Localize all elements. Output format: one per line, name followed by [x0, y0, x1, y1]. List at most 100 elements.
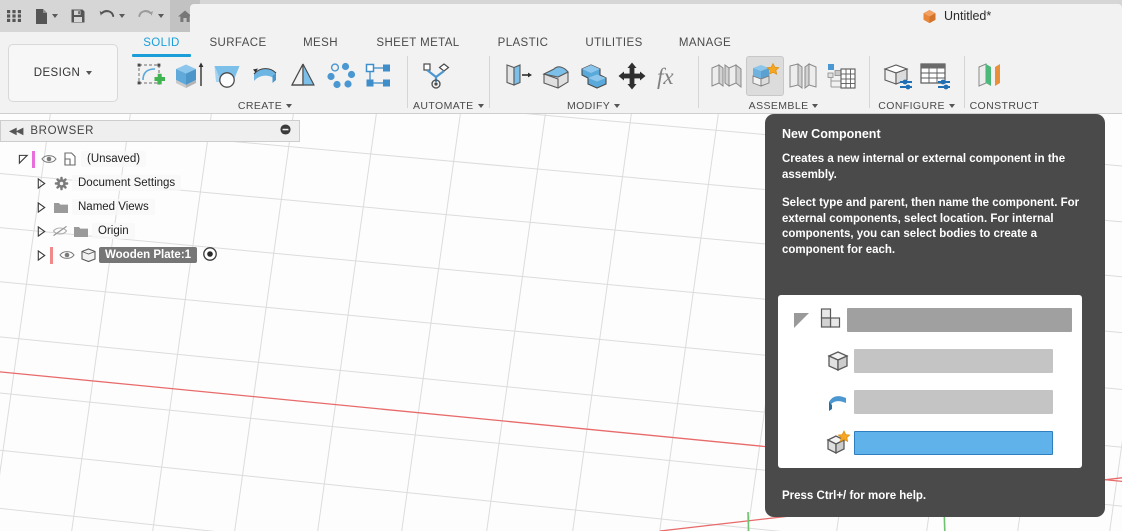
minus-circle-icon[interactable]: [280, 124, 291, 138]
tree-node-unsaved[interactable]: (Unsaved): [0, 147, 300, 171]
panel-create: CREATE: [128, 54, 402, 114]
tab-mesh[interactable]: MESH: [283, 32, 358, 54]
new-component-glyph: [752, 62, 780, 87]
tooltip-paragraph-2: Select type and parent, then name the co…: [782, 196, 1080, 257]
sweep-icon[interactable]: [246, 56, 284, 96]
fillet-icon[interactable]: [537, 56, 575, 96]
panel-label-configure[interactable]: CONFIGURE: [875, 98, 959, 114]
tab-surface[interactable]: SURFACE: [193, 32, 283, 54]
mirror-icon[interactable]: [360, 56, 398, 96]
expand-arrow-icon[interactable]: [32, 249, 50, 261]
expand-arrow-icon[interactable]: [32, 201, 50, 213]
app-grid-icon[interactable]: [0, 0, 28, 32]
new-file-icon[interactable]: [28, 0, 64, 32]
panel-construct: CONSTRUCT: [970, 54, 1040, 114]
ribbon-panels: CREATE AUTOMATE fx MODIFY ASSEMBLE CONFI…: [128, 54, 1122, 114]
svg-text:fx: fx: [657, 64, 674, 89]
fusion-cube-icon: [923, 9, 936, 23]
browser-title: BROWSER: [30, 125, 95, 137]
panel-label-assemble[interactable]: ASSEMBLE: [704, 98, 864, 114]
as-built-joint-icon[interactable]: [784, 56, 822, 96]
browser-panel: ◀◀ BROWSER (Unsaved) Document Settings N…: [0, 120, 300, 267]
tab-label: SHEET METAL: [376, 37, 460, 49]
panel-modify: fx MODIFY: [495, 54, 693, 114]
joint-origin-icon[interactable]: [822, 56, 860, 96]
tab-manage[interactable]: MANAGE: [660, 32, 750, 54]
quick-access-toolbar: [0, 0, 200, 32]
configuration-table-icon[interactable]: [917, 56, 955, 96]
tree-node-wooden-plate[interactable]: Wooden Plate:1: [0, 243, 300, 267]
pattern-icon[interactable]: [322, 56, 360, 96]
panel-divider: [697, 56, 699, 108]
eye-glyph: [41, 155, 57, 163]
undo-glyph: [99, 10, 115, 17]
panel-label-create[interactable]: CREATE: [128, 98, 402, 114]
rib-icon[interactable]: [284, 56, 322, 96]
folder-icon: [50, 201, 72, 214]
ribbon: DESIGN SOLID SURFACE MESH SHEET METAL PL…: [0, 32, 1122, 114]
tab-utilities[interactable]: UTILITIES: [568, 32, 660, 54]
workspace-label: DESIGN: [33, 67, 81, 79]
panel-label-modify[interactable]: MODIFY: [495, 98, 693, 114]
figure-bar: [854, 348, 1053, 373]
chevron-down-icon[interactable]: [948, 104, 955, 108]
tab-solid[interactable]: SOLID: [130, 32, 193, 57]
panel-label-construct[interactable]: CONSTRUCT: [970, 98, 1040, 114]
tree-node-document-settings[interactable]: Document Settings: [0, 171, 300, 195]
move-copy-icon[interactable]: [613, 56, 651, 96]
joint-icon[interactable]: [708, 56, 746, 96]
tree-node-named-views[interactable]: Named Views: [0, 195, 300, 219]
expand-arrow-icon[interactable]: [14, 154, 32, 165]
offset-plane-icon[interactable]: [974, 56, 1012, 96]
visibility-eye-icon[interactable]: [39, 153, 59, 165]
automate-icon[interactable]: [417, 56, 455, 96]
tab-label: UTILITIES: [585, 37, 643, 49]
tab-plastic[interactable]: PLASTIC: [478, 32, 568, 54]
revolve-icon[interactable]: [208, 56, 246, 96]
combine-icon[interactable]: [575, 56, 613, 96]
chevron-down-icon[interactable]: [286, 104, 293, 108]
fx-glyph: fx: [657, 64, 674, 89]
configure-design-icon[interactable]: [879, 56, 917, 96]
chevron-down-icon[interactable]: [119, 14, 125, 18]
chevron-down-icon[interactable]: [52, 14, 58, 18]
triangle-expanded-glyph: [18, 154, 28, 164]
collapse-left-icon[interactable]: ◀◀: [9, 126, 23, 137]
tooltip-title: New Component: [782, 127, 881, 141]
activate-radio-icon[interactable]: [203, 246, 217, 264]
tab-sheet-metal[interactable]: SHEET METAL: [358, 32, 478, 54]
expand-arrow-icon[interactable]: [32, 225, 50, 237]
panel-divider: [407, 56, 408, 108]
press-pull-icon[interactable]: [499, 56, 537, 96]
body-cube-icon: [821, 348, 854, 374]
tab-label: PLASTIC: [497, 37, 549, 49]
chevron-down-icon[interactable]: [812, 104, 819, 108]
chevron-down-icon[interactable]: [158, 14, 164, 18]
panel-configure: CONFIGURE: [875, 54, 959, 114]
undo-icon[interactable]: [92, 0, 131, 32]
visibility-eye-icon[interactable]: [57, 249, 77, 261]
tree-node-origin[interactable]: Origin: [0, 219, 300, 243]
chevron-down-icon[interactable]: [86, 71, 93, 75]
change-parameters-icon[interactable]: fx: [651, 56, 689, 96]
create-sketch-icon[interactable]: [132, 56, 170, 96]
triangle-collapsed-glyph: [37, 225, 46, 237]
visibility-eye-off-icon[interactable]: [50, 225, 70, 237]
file-glyph: [36, 8, 47, 24]
extrude-icon[interactable]: [170, 56, 208, 96]
workspace-switcher-button[interactable]: DESIGN: [8, 44, 118, 102]
save-icon[interactable]: [64, 0, 92, 32]
panel-label-automate[interactable]: AUTOMATE: [413, 98, 484, 114]
figure-row-new-component: [788, 426, 1072, 459]
chevron-down-icon[interactable]: [477, 104, 484, 108]
figure-row-body: [788, 344, 1072, 377]
gear-glyph: [54, 176, 68, 190]
chevron-down-icon[interactable]: [614, 104, 621, 108]
expand-arrow-icon[interactable]: [32, 177, 50, 189]
new-component-icon[interactable]: [745, 56, 784, 96]
configuration-table-glyph: [919, 63, 950, 90]
create-sketch-glyph: [137, 63, 165, 85]
document-glyph: [64, 152, 76, 166]
document-name-label: Untitled*: [944, 9, 992, 23]
redo-icon[interactable]: [131, 0, 170, 32]
